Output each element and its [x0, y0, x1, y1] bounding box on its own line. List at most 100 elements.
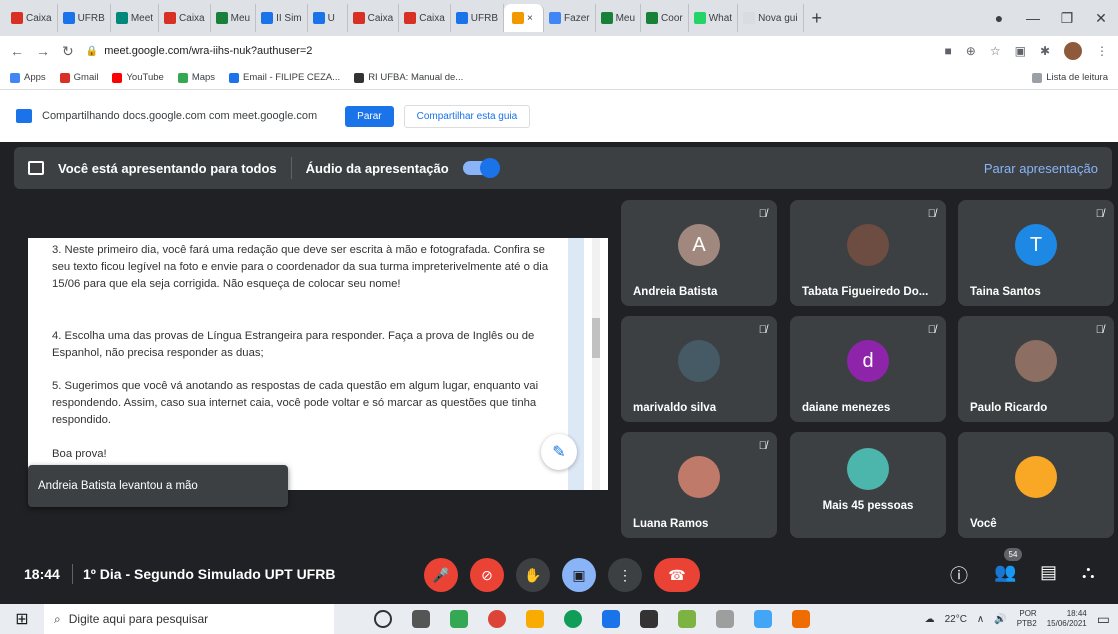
maximize-button[interactable]: ❐	[1050, 10, 1084, 27]
browser-tab[interactable]: Caixa	[348, 4, 400, 32]
browser-tab[interactable]: Meet	[111, 4, 160, 32]
taskbar-search[interactable]: ⌕ Digite aqui para pesquisar	[44, 604, 334, 634]
temperature[interactable]: 22°C	[945, 614, 967, 625]
bookmark-item[interactable]: Maps	[177, 72, 215, 83]
star-icon[interactable]: ☆	[990, 44, 1001, 58]
browser-tab[interactable]: UFRB	[58, 4, 111, 32]
participant-avatar	[678, 340, 720, 382]
back-icon[interactable]: ←	[10, 43, 24, 59]
participant-tile[interactable]: Você	[958, 432, 1114, 538]
more-options-button[interactable]: ⋮	[608, 558, 642, 592]
task-view-icon[interactable]	[412, 610, 430, 628]
tray-chevron-icon[interactable]: ∧	[977, 614, 984, 625]
google-drive-icon[interactable]	[450, 610, 468, 628]
edge-icon[interactable]	[564, 610, 582, 628]
browser-tab[interactable]: What	[689, 4, 739, 32]
bookmark-item[interactable]: RI UFBA: Manual de...	[354, 72, 463, 83]
browser-tab[interactable]: II Sim	[256, 4, 308, 32]
browser-tab[interactable]: U	[308, 4, 348, 32]
chrome-icon[interactable]	[488, 610, 506, 628]
profile-dot-icon[interactable]: ●	[982, 10, 1016, 26]
store-icon[interactable]	[640, 610, 658, 628]
participant-tile[interactable]: 🎙̸ d daiane menezes	[790, 316, 946, 422]
chat-icon[interactable]: ▤	[1040, 562, 1057, 583]
minimize-button[interactable]: —	[1016, 10, 1050, 26]
close-window-button[interactable]: ✕	[1084, 10, 1118, 27]
browser-tab[interactable]: Meu	[596, 4, 642, 32]
tab-label: Meu	[615, 12, 636, 24]
participant-tile[interactable]: 🎙̸ marivaldo silva	[621, 316, 777, 422]
bookmark-item[interactable]: Apps	[10, 72, 46, 83]
tab-favicon-icon	[352, 12, 365, 24]
participant-avatar	[847, 448, 889, 490]
reading-list[interactable]: Lista de leitura	[1032, 72, 1108, 83]
cortana-icon[interactable]	[374, 610, 392, 628]
browser-tab[interactable]: ×	[504, 4, 545, 32]
meeting-info-icon[interactable]: ⓘ	[950, 562, 968, 588]
powerpoint-icon[interactable]	[792, 610, 810, 628]
doc-paragraph-3: 3. Neste primeiro dia, você fará uma red…	[52, 244, 549, 290]
browser-tab[interactable]: Caixa	[399, 4, 451, 32]
presentation-audio-toggle[interactable]	[462, 158, 500, 178]
zoom-icon[interactable]: ⊕	[966, 44, 976, 58]
bookmark-item[interactable]: Email - FILIPE CEZA...	[229, 72, 340, 83]
puzzle-icon[interactable]: ✱	[1040, 44, 1050, 58]
doc-scrollbar[interactable]	[592, 238, 600, 490]
excel-icon[interactable]	[678, 610, 696, 628]
participant-tile[interactable]: Mais 45 pessoas	[790, 432, 946, 538]
participant-tile[interactable]: 🎙̸ Paulo Ricardo	[958, 316, 1114, 422]
doc-scrollbar-thumb[interactable]	[592, 318, 600, 358]
participant-tile[interactable]: 🎙̸ A Andreia Batista	[621, 200, 777, 306]
file-explorer-icon[interactable]	[526, 610, 544, 628]
more-participants-label: Mais 45 pessoas	[822, 500, 914, 512]
bookmark-item[interactable]: YouTube	[112, 72, 164, 83]
browser-tab[interactable]: Nova gui	[738, 4, 804, 32]
url-field[interactable]: 🔒 meet.google.com/wra-iihs-nuk?authuser=…	[86, 39, 933, 63]
participant-name: Luana Ramos	[633, 518, 709, 530]
browser-tab[interactable]: Meu	[211, 4, 257, 32]
present-now-button[interactable]: ▣	[562, 558, 596, 592]
notifications-icon[interactable]: ▭	[1097, 611, 1110, 628]
camera-icon[interactable]: ■	[945, 44, 952, 58]
people-icon[interactable]: 👥	[994, 562, 1016, 583]
avatar-initial: T	[1029, 233, 1043, 256]
raise-hand-button[interactable]: ✋	[516, 558, 550, 592]
tab-label: Caixa	[179, 12, 205, 24]
share-this-tab-button[interactable]: Compartilhar esta guia	[403, 104, 531, 128]
system-clock[interactable]: 18:44 15/06/2021	[1047, 609, 1087, 629]
participant-name: Tabata Figueiredo Do...	[802, 286, 929, 298]
browser-tab[interactable]: UFRB	[451, 4, 505, 32]
participant-tile[interactable]: 🎙̸ T Taina Santos	[958, 200, 1114, 306]
edit-pencil-button[interactable]: ✎	[541, 434, 577, 470]
mic-off-button[interactable]: 🎤	[424, 558, 458, 592]
participant-avatar	[678, 456, 720, 498]
profile-avatar[interactable]	[1064, 42, 1082, 60]
forward-icon[interactable]: →	[36, 43, 50, 59]
word-icon[interactable]	[754, 610, 772, 628]
new-tab-button[interactable]: +	[812, 8, 823, 29]
browser-tab[interactable]: Caixa	[159, 4, 211, 32]
stop-presenting-button[interactable]: Parar apresentação	[984, 161, 1098, 176]
bookmark-item[interactable]: Gmail	[59, 72, 98, 83]
participant-tile[interactable]: 🎙̸ Luana Ramos	[621, 432, 777, 538]
tab-label: Meu	[230, 12, 251, 24]
presenting-status: Você está apresentando para todos	[58, 160, 277, 176]
leave-call-button[interactable]: ☎	[654, 558, 700, 592]
camera-off-button[interactable]: ⊘	[470, 558, 504, 592]
mail-icon[interactable]	[602, 610, 620, 628]
volume-icon[interactable]: 🔊	[994, 614, 1006, 625]
reload-icon[interactable]: ↻	[62, 43, 74, 60]
windows-start-icon[interactable]: ⊞	[0, 609, 44, 629]
bookmark-label: Email - FILIPE CEZA...	[243, 72, 341, 83]
extension-icon[interactable]: ▣	[1015, 44, 1026, 58]
language-indicator[interactable]: POR PTB2	[1017, 609, 1037, 629]
browser-tab[interactable]: Caixa	[6, 4, 58, 32]
participant-tile[interactable]: 🎙̸ Tabata Figueiredo Do...	[790, 200, 946, 306]
paint-icon[interactable]	[716, 610, 734, 628]
browser-tab[interactable]: Fazer	[544, 4, 596, 32]
doc-paragraph-closing: Boa prova!	[52, 448, 107, 460]
activities-icon[interactable]: ⛬	[1082, 562, 1095, 583]
menu-dots-icon[interactable]: ⋮	[1096, 44, 1108, 58]
browser-tab[interactable]: Coor	[641, 4, 689, 32]
stop-sharing-button[interactable]: Parar	[345, 105, 394, 127]
